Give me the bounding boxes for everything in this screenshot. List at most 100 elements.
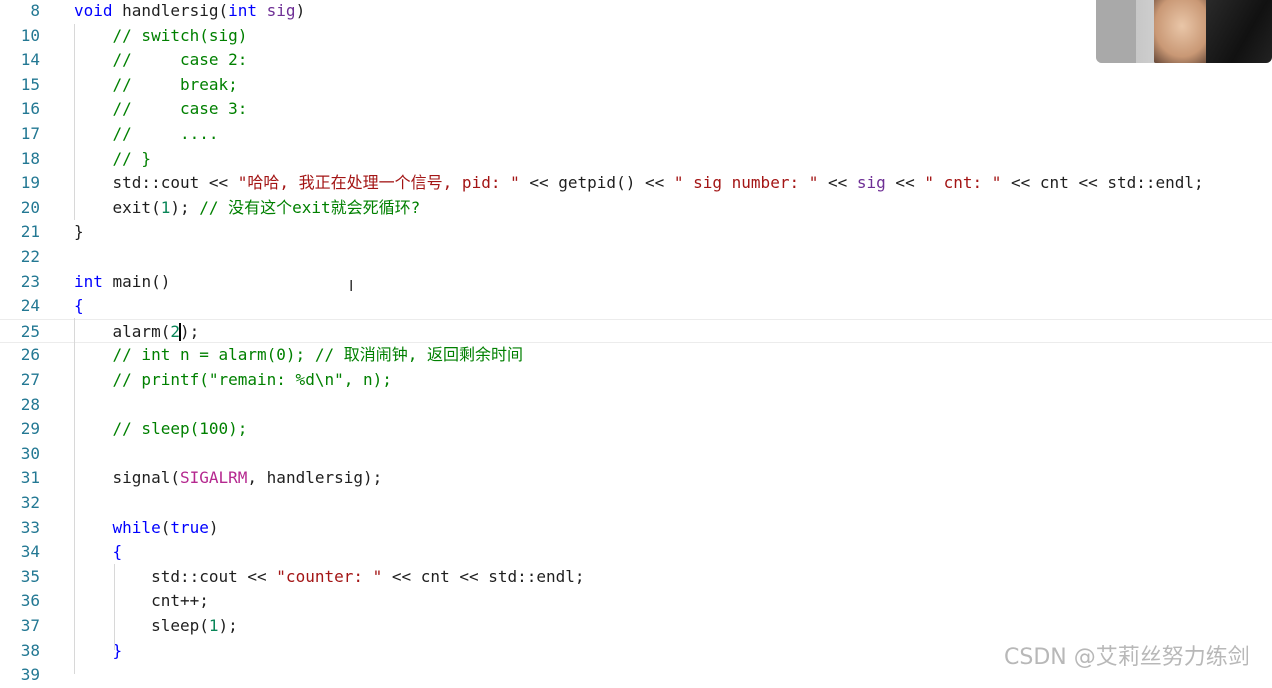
indent-guide-main	[74, 318, 75, 674]
code-token: );	[218, 616, 238, 635]
code-token: exit(	[74, 197, 161, 217]
line-number: 15	[20, 74, 40, 94]
code-token: // }	[112, 148, 152, 168]
code-token: << cnt << std::endl;	[1001, 173, 1204, 193]
code-text[interactable]: // int n = alarm(0); // 取消闹钟, 返回剩余时间	[74, 343, 523, 368]
code-line[interactable]: 10 // switch(sig)	[0, 24, 1272, 49]
code-token: // case 3:	[112, 99, 248, 119]
code-line[interactable]: 14 // case 2:	[0, 48, 1272, 73]
line-number: 24	[20, 296, 40, 316]
code-token: {	[74, 296, 84, 316]
code-token: // printf("remain: %d\n", n);	[112, 370, 392, 389]
code-token: (	[160, 517, 171, 537]
code-text[interactable]: // switch(sig)	[74, 24, 248, 49]
code-text[interactable]: int main()	[74, 270, 170, 295]
code-token: main()	[102, 271, 171, 291]
code-text[interactable]: cnt++;	[74, 589, 209, 614]
code-line[interactable]: 22	[0, 245, 1272, 270]
code-token: while	[112, 517, 161, 537]
code-text[interactable]: // }	[74, 147, 152, 172]
line-number: 37	[20, 616, 40, 635]
code-line[interactable]: 18 // }	[0, 147, 1272, 172]
code-token: // break;	[112, 74, 238, 94]
code-line[interactable]: 34 {	[0, 540, 1272, 565]
code-line[interactable]: 35 std::cout << "counter: " << cnt << st…	[0, 565, 1272, 590]
line-number: 31	[20, 468, 40, 488]
code-token: << getpid() <<	[519, 173, 674, 193]
code-token: " cnt: "	[924, 173, 1002, 193]
line-number: 39	[20, 665, 40, 685]
code-token: }	[74, 222, 84, 242]
code-line[interactable]: 23 int main()	[0, 270, 1272, 295]
code-line[interactable]: 33 while(true)	[0, 516, 1272, 541]
line-number: 30	[20, 443, 40, 463]
code-line[interactable]: 27 // printf("remain: %d\n", n);	[0, 368, 1272, 393]
line-number: 33	[20, 517, 40, 537]
code-text[interactable]: {	[74, 294, 84, 319]
code-text[interactable]: // case 2:	[74, 48, 248, 73]
line-number: 17	[20, 124, 40, 143]
line-number: 23	[20, 271, 40, 291]
code-line[interactable]: 25 alarm(2);	[0, 318, 1272, 345]
code-text[interactable]: sleep(1);	[74, 614, 238, 639]
code-text[interactable]: // case 3:	[74, 97, 248, 122]
code-token: {	[112, 542, 123, 562]
code-text[interactable]: alarm(2);	[74, 320, 199, 345]
line-number: 34	[20, 542, 40, 562]
code-line[interactable]: 30	[0, 442, 1272, 467]
code-line[interactable]: 28	[0, 393, 1272, 418]
code-line[interactable]: 20 exit(1); // 没有这个exit就会死循环?	[0, 196, 1272, 221]
i-beam-cursor-icon: I	[349, 277, 354, 295]
code-line[interactable]: 15 // break;	[0, 73, 1272, 98]
code-line[interactable]: 24 {	[0, 294, 1272, 319]
line-number: 38	[20, 640, 40, 660]
code-text[interactable]: std::cout << "哈哈, 我正在处理一个信号, pid: " << g…	[74, 171, 1204, 196]
code-line[interactable]: 8 void handlersig(int sig)	[0, 0, 1272, 24]
code-token: , handlersig);	[247, 468, 383, 488]
code-token: "哈哈, 我正在处理一个信号, pid: "	[237, 173, 520, 193]
code-text[interactable]: void handlersig(int sig)	[74, 0, 305, 24]
code-text[interactable]: signal(SIGALRM, handlersig);	[74, 466, 383, 491]
code-text[interactable]: {	[74, 540, 123, 565]
line-number: 28	[20, 394, 40, 414]
code-line[interactable]: 29 // sleep(100);	[0, 417, 1272, 442]
code-text[interactable]: // sleep(100);	[74, 417, 248, 442]
line-number: 16	[20, 99, 40, 119]
code-token: alarm(	[74, 321, 171, 341]
code-editor[interactable]: 8 void handlersig(int sig) 10 // switch(si…	[0, 0, 1272, 684]
code-line[interactable]: 26 // int n = alarm(0); // 取消闹钟, 返回剩余时间	[0, 343, 1272, 368]
code-text[interactable]: exit(1); // 没有这个exit就会死循环?	[74, 196, 421, 221]
line-number: 14	[20, 50, 40, 70]
code-text[interactable]: // ....	[74, 122, 219, 147]
code-line[interactable]: 32	[0, 491, 1272, 516]
line-number: 19	[20, 173, 40, 193]
code-token: )	[208, 517, 219, 537]
code-text[interactable]: while(true)	[74, 516, 219, 541]
code-line[interactable]: 37 sleep(1);	[0, 614, 1272, 639]
code-line[interactable]: 19 std::cout << "哈哈, 我正在处理一个信号, pid: " <…	[0, 171, 1272, 196]
code-text[interactable]: // break;	[74, 73, 238, 98]
code-text[interactable]: // printf("remain: %d\n", n);	[74, 368, 392, 393]
code-token: void	[74, 1, 113, 20]
code-line[interactable]: 16 // case 3:	[0, 97, 1272, 122]
code-text[interactable]: }	[74, 220, 84, 245]
code-token: " sig number: "	[673, 173, 819, 193]
indent-guide-while	[114, 564, 115, 650]
code-line[interactable]: 36 cnt++;	[0, 589, 1272, 614]
code-token: std::cout <<	[74, 566, 277, 586]
code-token: handlersig(	[112, 1, 229, 20]
code-text[interactable]: std::cout << "counter: " << cnt << std::…	[74, 565, 585, 590]
line-number: 18	[20, 148, 40, 168]
code-token: <<	[885, 173, 925, 193]
code-line[interactable]: 21}	[0, 220, 1272, 245]
code-line[interactable]: 31 signal(SIGALRM, handlersig);	[0, 466, 1272, 491]
code-token: // int n = alarm(0); // 取消闹钟, 返回剩余时间	[112, 345, 523, 365]
code-line[interactable]: 17 // ....	[0, 122, 1272, 147]
code-token: // sleep(100);	[112, 419, 248, 439]
